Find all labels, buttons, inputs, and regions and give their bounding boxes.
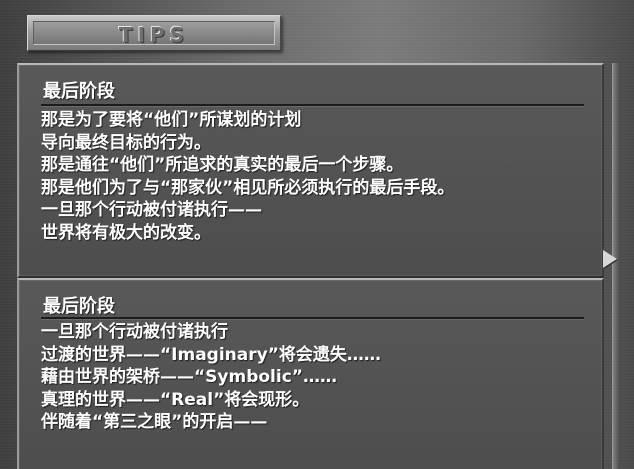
tip-line: 过渡的世界——“Imaginary”将会遗失…… — [41, 344, 381, 365]
heading-divider — [41, 104, 584, 106]
heading-divider — [41, 317, 584, 319]
tip-heading: 最后阶段 — [43, 296, 115, 317]
tip-body: 那是为了要将“他们”所谋划的计划 导向最终目标的行为。 那是通往“他们”所追求的… — [41, 109, 588, 244]
tip-line: 那是为了要将“他们”所谋划的计划 — [41, 110, 302, 130]
tip-heading: 最后阶段 — [43, 81, 115, 102]
tip-line: 一旦那个行动被付诸执行 — [41, 322, 228, 342]
tip-line: 那是通往“他们”所追求的真实的最后一个步骤。 — [41, 155, 404, 175]
tip-panel-2: 最后阶段 一旦那个行动被付诸执行 过渡的世界——“Imaginary”将会遗失…… — [17, 278, 604, 469]
tips-title-inner: TIPS — [33, 21, 275, 47]
tip-panel-1: 最后阶段 那是为了要将“他们”所谋划的计划 导向最终目标的行为。 那是通往“他们… — [17, 63, 604, 278]
tips-title-plate: TIPS — [27, 15, 281, 51]
tip-line: 藉由世界的架桥——“Symbolic”…… — [41, 367, 337, 387]
tip-line: 伴随着“第三之眼”的开启—— — [41, 412, 268, 432]
tip-line: 世界将有极大的改变。 — [41, 222, 211, 243]
tip-line: 导向最终目标的行为。 — [41, 132, 211, 153]
tips-title: TIPS — [118, 23, 190, 47]
tip-line: 那是他们为了与“那家伙”相见所必须执行的最后手段。 — [41, 177, 455, 198]
tip-body: 一旦那个行动被付诸执行 过渡的世界——“Imaginary”将会遗失…… 藉由世… — [41, 321, 588, 434]
tip-line: 一旦那个行动被付诸执行—— — [41, 200, 262, 220]
scroll-right-arrow-icon[interactable] — [603, 250, 617, 268]
tip-line: 真理的世界——“Real”将会现形。 — [41, 389, 310, 410]
